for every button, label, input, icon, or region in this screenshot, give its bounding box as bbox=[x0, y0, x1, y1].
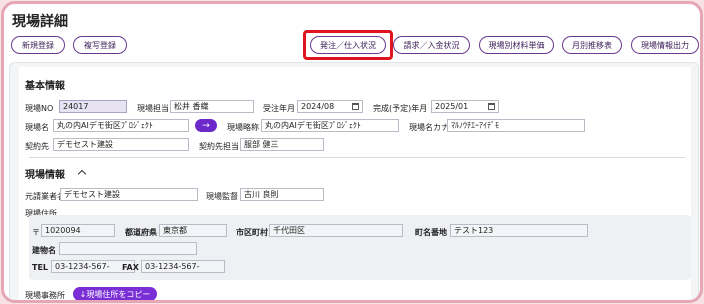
copy-address-button[interactable]: ↓現場住所をコピー bbox=[73, 287, 157, 300]
fax-label: FAX bbox=[122, 263, 139, 272]
street-label: 町名番地 bbox=[415, 228, 447, 237]
copy-name-arrow-button[interactable]: → bbox=[195, 119, 217, 132]
copy-register-button[interactable]: 複写登録 bbox=[73, 36, 127, 54]
client-contact-label: 契約先担当 bbox=[199, 142, 239, 151]
complete-month-value: 2025/01 bbox=[435, 102, 469, 111]
client-label: 契約先 bbox=[25, 142, 49, 151]
window-frame: 現場詳細 新規登録 複写登録 発注／仕入状況 請求／入金状況 現場別材料単価 月… bbox=[1, 1, 703, 303]
site-info-heading: 現場情報 bbox=[25, 170, 65, 181]
manager-field[interactable]: 松井 香織 bbox=[170, 100, 254, 113]
site-no-field[interactable]: 24017 bbox=[59, 100, 127, 113]
complete-month-field[interactable]: 2025/01 bbox=[431, 100, 499, 113]
export-site-info-button[interactable]: 現場情報出力 bbox=[631, 36, 699, 54]
site-kana-field[interactable]: ﾏﾙﾉｳﾁｴｰｱｲﾃﾞﾓ bbox=[447, 119, 585, 132]
detail-card: 基本情報 現場NO 24017 現場担当 松井 香織 受注年月 2024/08 … bbox=[19, 67, 691, 300]
client-contact-field[interactable]: 服部 健三 bbox=[240, 138, 324, 151]
site-kana-label: 現場名カナ bbox=[409, 123, 449, 132]
order-month-value: 2024/08 bbox=[301, 102, 335, 111]
city-label: 市区町村 bbox=[236, 228, 268, 237]
contractor-label: 元請業者名 bbox=[25, 192, 65, 201]
prefecture-field[interactable]: 東京都 bbox=[159, 224, 227, 237]
calendar-icon[interactable] bbox=[488, 103, 495, 110]
page-title: 現場詳細 bbox=[12, 14, 68, 30]
material-price-button[interactable]: 現場別材料単価 bbox=[479, 36, 554, 54]
prefecture-label: 都道府県 bbox=[125, 228, 157, 237]
order-month-field[interactable]: 2024/08 bbox=[297, 100, 363, 113]
tel-label: TEL bbox=[32, 263, 49, 272]
section-divider bbox=[29, 157, 685, 158]
address-box: 〒 1020094 都道府県 東京都 市区町村 千代田区 町名番地 テスト123… bbox=[29, 215, 691, 280]
site-no-label: 現場NO bbox=[25, 104, 54, 113]
supervisor-field[interactable]: 古川 良則 bbox=[240, 188, 324, 201]
highlight-box bbox=[303, 30, 393, 60]
detail-panel: 基本情報 現場NO 24017 現場担当 松井 香織 受注年月 2024/08 … bbox=[9, 62, 699, 300]
building-field[interactable] bbox=[59, 242, 197, 255]
site-abbr-label: 現場略称 bbox=[227, 123, 259, 132]
supervisor-label: 現場監督 bbox=[206, 192, 238, 201]
manager-label: 現場担当 bbox=[137, 104, 169, 113]
calendar-icon[interactable] bbox=[352, 103, 359, 110]
billing-status-button[interactable]: 請求／入金状況 bbox=[393, 36, 470, 54]
contractor-field[interactable]: デモセスト建設 bbox=[60, 188, 198, 201]
basic-info-heading: 基本情報 bbox=[25, 81, 65, 92]
chevron-up-icon[interactable] bbox=[77, 169, 87, 179]
order-month-label: 受注年月 bbox=[263, 104, 295, 113]
monthly-trend-button[interactable]: 月別推移表 bbox=[562, 36, 622, 54]
street-field[interactable]: テスト123 bbox=[450, 224, 588, 237]
zip-label: 〒 bbox=[32, 228, 40, 237]
zip-field[interactable]: 1020094 bbox=[41, 224, 115, 237]
new-register-button[interactable]: 新規登録 bbox=[11, 36, 65, 54]
complete-month-label: 完成(予定)年月 bbox=[373, 104, 428, 113]
city-field[interactable]: 千代田区 bbox=[269, 224, 403, 237]
site-name-field[interactable]: 丸の内AIデモ街区ﾌﾟﾛｼﾞｪｸﾄ bbox=[53, 119, 189, 132]
client-field[interactable]: デモセスト建設 bbox=[53, 138, 189, 151]
building-label: 建物名 bbox=[32, 246, 56, 255]
site-name-label: 現場名 bbox=[25, 123, 49, 132]
fax-field[interactable]: 03-1234-567- bbox=[141, 260, 225, 273]
site-office-label: 現場事務所 bbox=[25, 291, 65, 300]
site-abbr-field[interactable]: 丸の内AIデモ街区ﾌﾟﾛｼﾞｪｸﾄ bbox=[261, 119, 399, 132]
